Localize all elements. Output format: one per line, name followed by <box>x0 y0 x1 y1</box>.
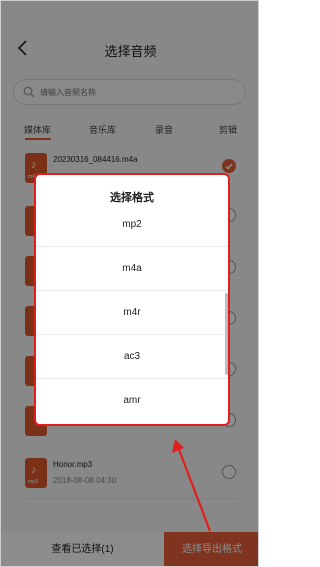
dialog-scrollbar[interactable] <box>225 293 228 375</box>
format-dialog: 选择格式 mp2 m4a m4r ac3 amr <box>34 173 230 426</box>
format-option-m4r[interactable]: m4r <box>36 291 228 335</box>
app-screen: 选择音频 媒体库 音乐库 录音 剪辑 ♪ m4a 20230316_084416… <box>0 0 259 567</box>
format-option-m4a[interactable]: m4a <box>36 247 228 291</box>
format-option-ac3[interactable]: ac3 <box>36 335 228 379</box>
format-option-amr[interactable]: amr <box>36 379 228 423</box>
format-option-mp2[interactable]: mp2 <box>36 203 228 247</box>
